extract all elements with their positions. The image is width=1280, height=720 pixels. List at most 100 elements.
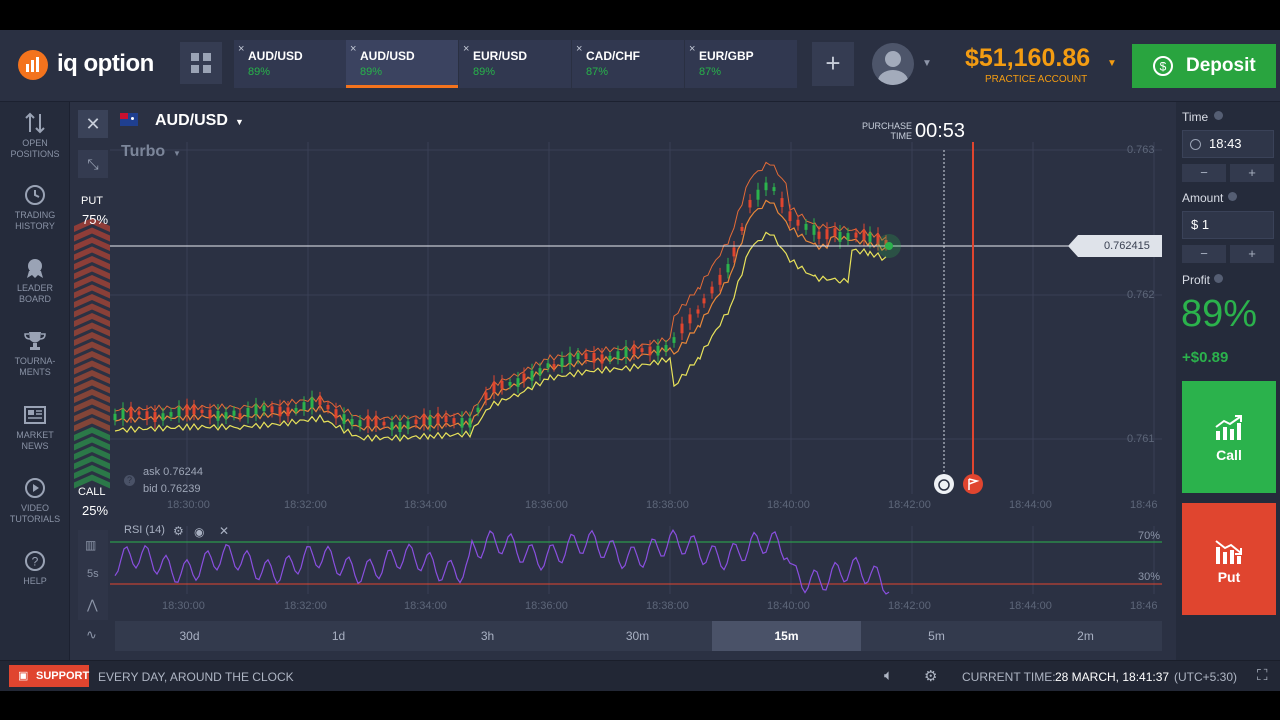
time-tick: 18:44:00 [1009, 600, 1052, 612]
call-button[interactable]: Call [1182, 381, 1276, 493]
time-tick: 18:38:00 [646, 600, 689, 612]
user-icon [878, 51, 908, 85]
amount-info-icon[interactable] [1228, 192, 1237, 201]
footer-bar: ▣ SUPPORT EVERY DAY, AROUND THE CLOCK 🔈︎… [0, 660, 1280, 691]
support-tagline: EVERY DAY, AROUND THE CLOCK [98, 670, 294, 684]
rsi-settings-gear-icon[interactable]: ⚙ [173, 524, 184, 538]
asset-tab-active[interactable]: × AUD/USD 89% [346, 40, 458, 88]
brand-name[interactable]: iq option [57, 50, 154, 78]
deposit-button[interactable]: $ Deposit [1132, 44, 1276, 88]
timeframe-15m-active[interactable]: 15m [712, 621, 861, 651]
trend-down-icon [1215, 540, 1242, 564]
nav-leaderboard[interactable]: LEADER BOARD [0, 257, 70, 305]
play-icon [25, 478, 45, 498]
brand-logo-icon[interactable] [18, 50, 48, 80]
timeframe-30m[interactable]: 30m [563, 621, 712, 651]
asset-chevron-down-icon[interactable]: ▼ [235, 117, 244, 127]
amount-plus-button[interactable]: + [1230, 245, 1274, 263]
timeframe-5m[interactable]: 5m [862, 621, 1011, 651]
nav-market-news[interactable]: MARKET NEWS [0, 404, 70, 452]
help-icon: ? [25, 551, 45, 571]
tab-close-icon[interactable]: × [463, 43, 469, 55]
fullscreen-icon[interactable]: ⛶ [1257, 667, 1268, 684]
mode-selector[interactable]: Turbo [121, 143, 165, 161]
info-icon[interactable]: ? [124, 475, 135, 486]
left-nav: OPEN POSITIONS TRADING HISTORY LEADER BOARD… [0, 102, 70, 660]
trophy-icon [24, 332, 46, 350]
nav-help[interactable]: ? HELP [0, 550, 70, 587]
nav-video-tutorials[interactable]: VIDEO TUTORIALS [0, 477, 70, 525]
svg-text:?: ? [32, 555, 39, 569]
timeframe-30d[interactable]: 30d [115, 621, 264, 651]
tab-close-icon[interactable]: × [238, 43, 244, 55]
account-balance[interactable]: $51,160.86 [965, 44, 1090, 73]
tab-close-icon[interactable]: × [576, 43, 582, 55]
current-price-tag: 0.762415 [1104, 240, 1150, 252]
timezone-label: (UTC+5:30) [1174, 670, 1238, 684]
rsi-remove-close-icon[interactable]: ✕ [219, 524, 229, 538]
time-tick: 18:40:00 [767, 499, 810, 511]
timeframe-1d[interactable]: 1d [264, 621, 413, 651]
timeframe-2m[interactable]: 2m [1011, 621, 1160, 651]
tab-pair: EUR/USD [473, 49, 528, 63]
time-info-icon[interactable] [1214, 111, 1223, 120]
put-button[interactable]: Put [1182, 503, 1276, 615]
newspaper-icon [24, 406, 46, 424]
close-chart-icon[interactable]: ✕ [78, 110, 108, 138]
rsi-visibility-eye-icon[interactable]: ◉ [194, 525, 204, 539]
drawing-tool-icon[interactable]: ⋀ [87, 597, 98, 613]
time-minus-button[interactable]: − [1182, 164, 1226, 182]
asset-tab[interactable]: × CAD/CHF 87% [572, 40, 684, 88]
account-chevron-down-icon[interactable]: ▼ [1107, 58, 1117, 69]
support-button[interactable]: ▣ SUPPORT [9, 665, 89, 687]
rsi-label: RSI (14) [124, 524, 165, 536]
amount-minus-button[interactable]: − [1182, 245, 1226, 263]
settings-gear-icon[interactable]: ⚙ [924, 667, 937, 685]
svg-text:$: $ [1160, 60, 1167, 74]
timeframe-bar: 30d 1d 3h 30m 15m 5m 2m [115, 621, 1162, 651]
trade-panel: Time 18:43 − + Amount $ 1 − + Profit 89%… [1176, 102, 1280, 660]
expiration-flag-icon [963, 474, 983, 494]
interval-5s[interactable]: 5s [87, 568, 99, 580]
asset-tab[interactable]: × AUD/USD 89% [234, 40, 346, 88]
grid-menu-button[interactable] [180, 42, 222, 84]
sound-icon[interactable]: 🔈︎ [884, 667, 893, 684]
bar-chart-icon[interactable]: ▥ [85, 538, 96, 552]
nav-trading-history[interactable]: TRADING HISTORY [0, 184, 70, 232]
ask-price: ask 0.76244 [143, 466, 203, 478]
collapse-icon[interactable]: ⤡ [78, 150, 108, 178]
avatar[interactable] [872, 43, 914, 85]
indicators-icon[interactable]: ∿ [86, 627, 97, 643]
time-tick: 18:34:00 [404, 600, 447, 612]
time-tick: 18:32:00 [284, 600, 327, 612]
profit-info-icon[interactable] [1214, 274, 1223, 283]
mode-chevron-down-icon[interactable]: ▼ [173, 149, 181, 158]
deposit-label: Deposit [1186, 55, 1256, 76]
profit-amount: +$0.89 [1182, 349, 1229, 366]
asset-tab[interactable]: × EUR/USD 89% [459, 40, 571, 88]
timeframe-3h[interactable]: 3h [413, 621, 562, 651]
account-type: PRACTICE ACCOUNT [985, 74, 1088, 85]
nav-tournaments[interactable]: TOURNA- MENTS [0, 330, 70, 378]
nav-label: TUTORIALS [9, 514, 61, 524]
tab-close-icon[interactable]: × [689, 43, 695, 55]
nav-label: BOARD [18, 294, 51, 304]
tab-close-icon[interactable]: × [350, 43, 356, 55]
add-tab-button[interactable]: + [812, 42, 854, 86]
time-tick: 18:42:00 [888, 600, 931, 612]
nav-label: MARKET [16, 430, 54, 440]
current-time-value: 28 MARCH, 18:41:37 [1055, 670, 1170, 684]
purchase-time-label: PURCHASE TIME [854, 121, 912, 141]
avatar-chevron-down-icon[interactable]: ▼ [922, 58, 932, 69]
time-plus-button[interactable]: + [1230, 164, 1274, 182]
nav-label: HELP [23, 576, 47, 586]
amount-input[interactable]: $ 1 [1182, 211, 1274, 239]
nav-label: TOURNA- [14, 356, 56, 366]
clock-icon [1190, 139, 1201, 150]
nav-open-positions[interactable]: OPEN POSITIONS [0, 112, 70, 160]
asset-selector[interactable]: AUD/USD [155, 112, 228, 130]
nav-label: VIDEO [20, 503, 49, 513]
asset-tab[interactable]: × EUR/GBP 87% [685, 40, 797, 88]
price-chart[interactable] [70, 102, 1176, 660]
time-tick: 18:46 [1130, 499, 1158, 511]
